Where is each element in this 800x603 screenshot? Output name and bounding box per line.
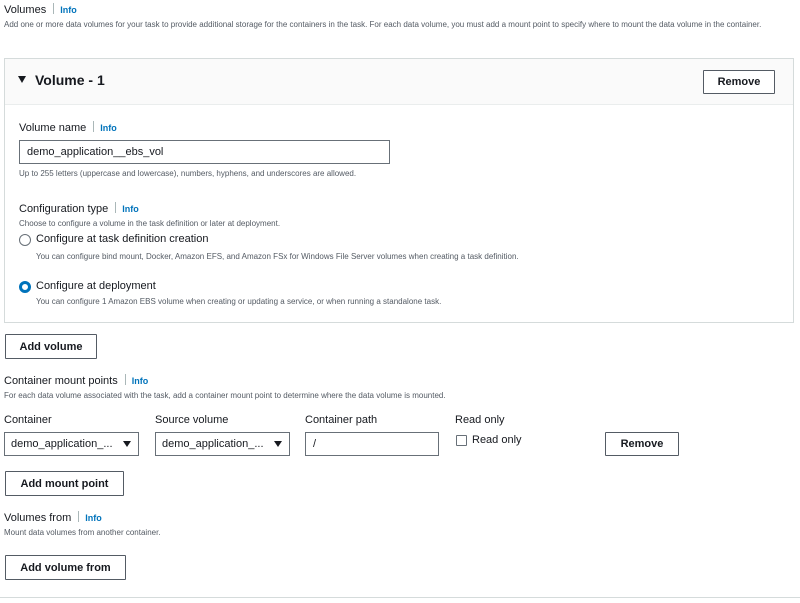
divider — [124, 374, 126, 385]
volumes-heading: Volumes Info — [4, 3, 77, 16]
source-volume-select[interactable]: demo_application_... — [155, 432, 290, 456]
mount-points-info-link[interactable]: Info — [132, 376, 149, 386]
container-select[interactable]: demo_application_... — [4, 432, 139, 456]
volume-panel-title[interactable]: Volume - 1 — [35, 72, 105, 88]
mount-points-description: For each data volume associated with the… — [4, 391, 446, 400]
volumes-title: Volumes — [4, 4, 47, 16]
divider — [78, 511, 80, 522]
volume-name-label-row: Volume name Info — [19, 121, 117, 134]
column-container: Container — [4, 414, 52, 426]
volumes-from-title: Volumes from — [4, 512, 72, 524]
remove-volume-button[interactable]: Remove — [703, 70, 775, 94]
add-volume-from-button[interactable]: Add volume from — [5, 555, 126, 580]
read-only-checkbox-label[interactable]: Read only — [472, 434, 522, 446]
divider — [53, 3, 55, 14]
container-path-input[interactable]: / — [305, 432, 439, 456]
caret-down-icon — [123, 441, 131, 447]
column-read-only: Read only — [455, 414, 505, 426]
add-volume-button[interactable]: Add volume — [5, 334, 97, 359]
option-deployment-description: You can configure 1 Amazon EBS volume wh… — [36, 297, 442, 306]
divider — [93, 121, 95, 132]
mount-points-title: Container mount points — [4, 375, 118, 387]
column-source-volume: Source volume — [155, 414, 229, 426]
divider — [115, 202, 117, 213]
configuration-type-info-link[interactable]: Info — [122, 204, 139, 214]
configuration-type-label-row: Configuration type Info — [19, 202, 139, 215]
source-volume-select-value: demo_application_... — [162, 438, 264, 450]
configuration-type-label: Configuration type — [19, 203, 109, 215]
radio-configure-at-creation[interactable] — [19, 234, 31, 246]
configuration-type-description: Choose to configure a volume in the task… — [19, 219, 281, 228]
volume-name-hint: Up to 255 letters (uppercase and lowerca… — [19, 169, 357, 178]
caret-down-icon[interactable] — [18, 76, 26, 83]
volume-name-input[interactable]: demo_application__ebs_vol — [19, 140, 390, 164]
option-deployment-label[interactable]: Configure at deployment — [36, 280, 156, 292]
option-creation-label[interactable]: Configure at task definition creation — [36, 233, 208, 245]
volume-panel-header — [5, 59, 793, 105]
volume-name-info-link[interactable]: Info — [100, 123, 117, 133]
option-creation-description: You can configure bind mount, Docker, Am… — [36, 252, 519, 261]
volumes-info-link[interactable]: Info — [60, 5, 77, 15]
remove-mount-point-button[interactable]: Remove — [605, 432, 679, 456]
add-mount-point-button[interactable]: Add mount point — [5, 471, 124, 496]
volumes-from-heading: Volumes from Info — [4, 511, 102, 524]
mount-points-heading: Container mount points Info — [4, 374, 148, 387]
volumes-from-description: Mount data volumes from another containe… — [4, 528, 161, 537]
volumes-from-info-link[interactable]: Info — [85, 513, 102, 523]
container-select-value: demo_application_... — [11, 438, 113, 450]
caret-down-icon — [274, 441, 282, 447]
volume-name-label: Volume name — [19, 122, 87, 134]
volumes-description: Add one or more data volumes for your ta… — [4, 20, 762, 29]
bottom-divider — [0, 597, 800, 598]
column-container-path: Container path — [305, 414, 378, 426]
read-only-checkbox[interactable] — [456, 435, 467, 446]
radio-configure-at-deployment[interactable] — [19, 281, 31, 293]
